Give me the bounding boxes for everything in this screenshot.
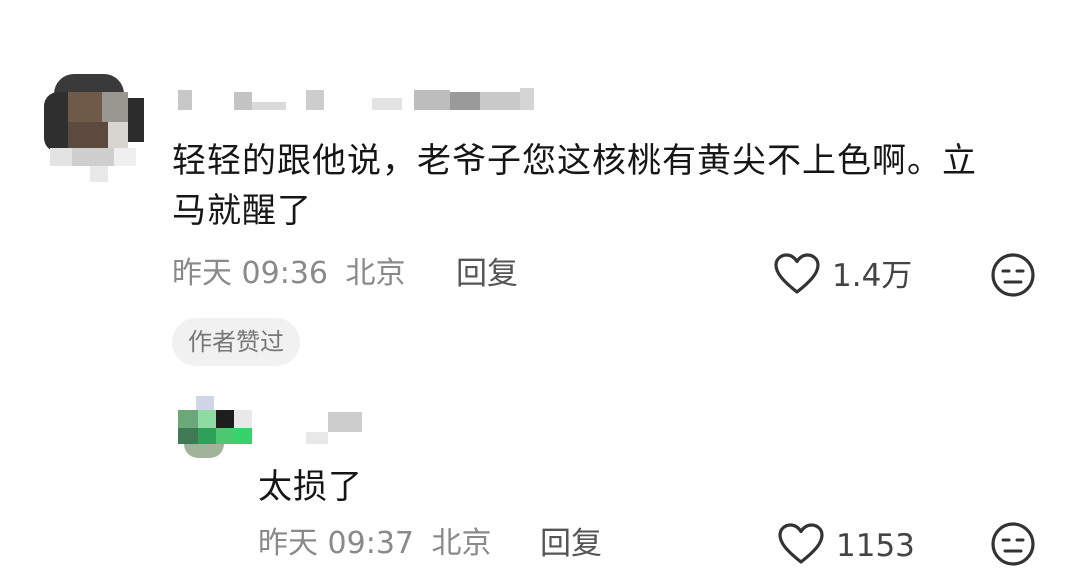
comment-text-line: 马就醒了 (172, 191, 312, 231)
like-count: 1.4万 (832, 258, 913, 294)
reply-button[interactable]: 回复 (456, 256, 518, 292)
neutral-face-icon[interactable] (990, 521, 1036, 567)
author-liked-badge: 作者赞过 (172, 318, 300, 366)
comment-text: 太损了 (258, 467, 363, 507)
avatar[interactable] (44, 72, 148, 184)
comment-meta: 昨天 09:36 北京 (172, 256, 406, 292)
comment-time: 昨天 09:37 (258, 526, 414, 561)
comment-location: 北京 (345, 256, 406, 291)
comment-text: 轻轻的跟他说，老爷子您这核桃有黄尖不上色啊。立 马就醒了 (172, 136, 1052, 236)
heart-outline-icon[interactable] (773, 252, 821, 296)
avatar[interactable] (178, 396, 254, 462)
comment-meta: 昨天 09:37 北京 (258, 526, 492, 562)
reply-button[interactable]: 回复 (540, 526, 602, 562)
like-count: 1153 (836, 528, 915, 564)
username[interactable] (306, 412, 366, 446)
comment-time: 昨天 09:36 (172, 256, 328, 291)
comment-text-line: 轻轻的跟他说，老爷子您这核桃有黄尖不上色啊。立 (172, 141, 977, 181)
neutral-face-icon[interactable] (990, 252, 1036, 298)
username[interactable] (178, 86, 558, 114)
comment-location: 北京 (431, 526, 492, 561)
heart-outline-icon[interactable] (777, 522, 825, 566)
